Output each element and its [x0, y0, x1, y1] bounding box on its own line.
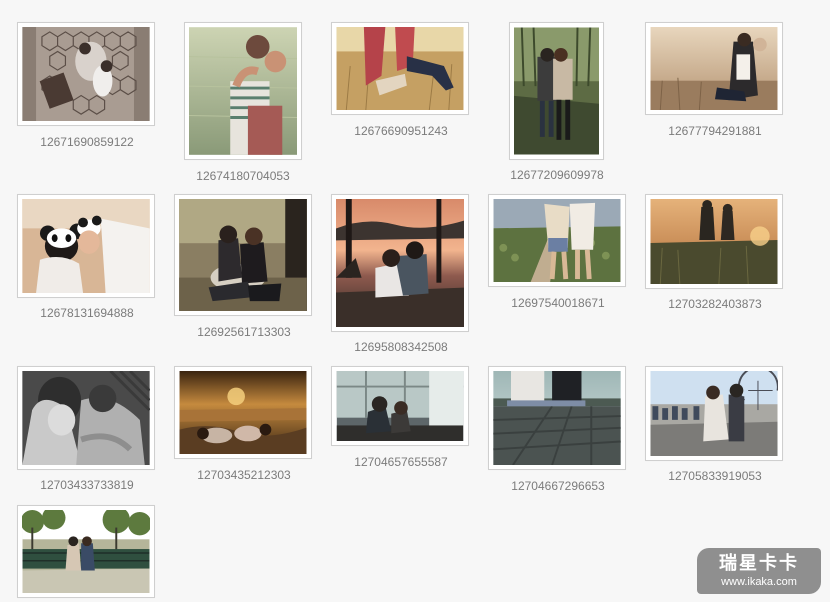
photo-caption: 12703435212303: [197, 468, 291, 482]
photo-frame[interactable]: [488, 366, 626, 470]
photo-frame[interactable]: [17, 505, 155, 598]
photo-caption: 12704657655587: [354, 455, 448, 469]
photo-caption: 12677209609978: [510, 168, 604, 182]
photo-thumbnail: [336, 199, 464, 327]
photo-frame[interactable]: [17, 22, 155, 126]
photo-thumbnail: [493, 199, 621, 282]
photo-frame[interactable]: [509, 22, 604, 160]
photo-thumbnail: [650, 27, 778, 110]
photo-thumbnail: [22, 510, 150, 593]
watermark-url: www.ikaka.com: [721, 576, 797, 588]
photo-caption: 12705833919053: [668, 469, 762, 483]
photo-frame[interactable]: [331, 366, 469, 446]
photo-thumbnail: [22, 371, 150, 465]
photo-caption: 12671690859122: [40, 135, 134, 149]
photo-frame[interactable]: [184, 22, 302, 160]
photo-frame[interactable]: [645, 366, 783, 461]
watermark-logo: 瑞星卡卡: [719, 553, 799, 573]
photo-thumbnail: [22, 199, 150, 293]
photo-thumbnail: [650, 199, 778, 284]
photo-caption: 12695808342508: [354, 340, 448, 354]
photo-thumbnail: [189, 27, 297, 155]
photo-frame[interactable]: [174, 366, 312, 459]
photo-thumbnail: [493, 371, 621, 465]
photo-caption: 12676690951243: [354, 124, 448, 138]
photo-caption: 12674180704053: [196, 169, 290, 183]
photo-caption: 12692561713303: [197, 325, 291, 339]
photo-thumbnail: [650, 371, 778, 456]
photo-frame[interactable]: [645, 194, 783, 289]
photo-thumbnail: [514, 27, 599, 155]
photo-caption: 12703433733819: [40, 478, 134, 492]
photo-frame[interactable]: [17, 194, 155, 298]
photo-frame[interactable]: [174, 194, 312, 316]
photo-thumbnail: [336, 27, 464, 110]
photo-caption: 12703282403873: [668, 297, 762, 311]
photo-thumbnail: [179, 199, 307, 311]
photo-thumbnail: [336, 371, 464, 441]
photo-frame[interactable]: [645, 22, 783, 115]
photo-thumbnail: [22, 27, 150, 121]
photo-caption: 12704667296653: [511, 479, 605, 493]
photo-caption: 12678131694888: [40, 306, 134, 320]
photo-frame[interactable]: [17, 366, 155, 470]
watermark-badge: 瑞星卡卡 www.ikaka.com: [697, 548, 821, 594]
photo-caption: 12677794291881: [668, 124, 762, 138]
photo-frame[interactable]: [331, 22, 469, 115]
photo-frame[interactable]: [331, 194, 469, 332]
photo-frame[interactable]: [488, 194, 626, 287]
photo-thumbnail: [179, 371, 307, 454]
photo-caption: 12697540018671: [511, 296, 605, 310]
